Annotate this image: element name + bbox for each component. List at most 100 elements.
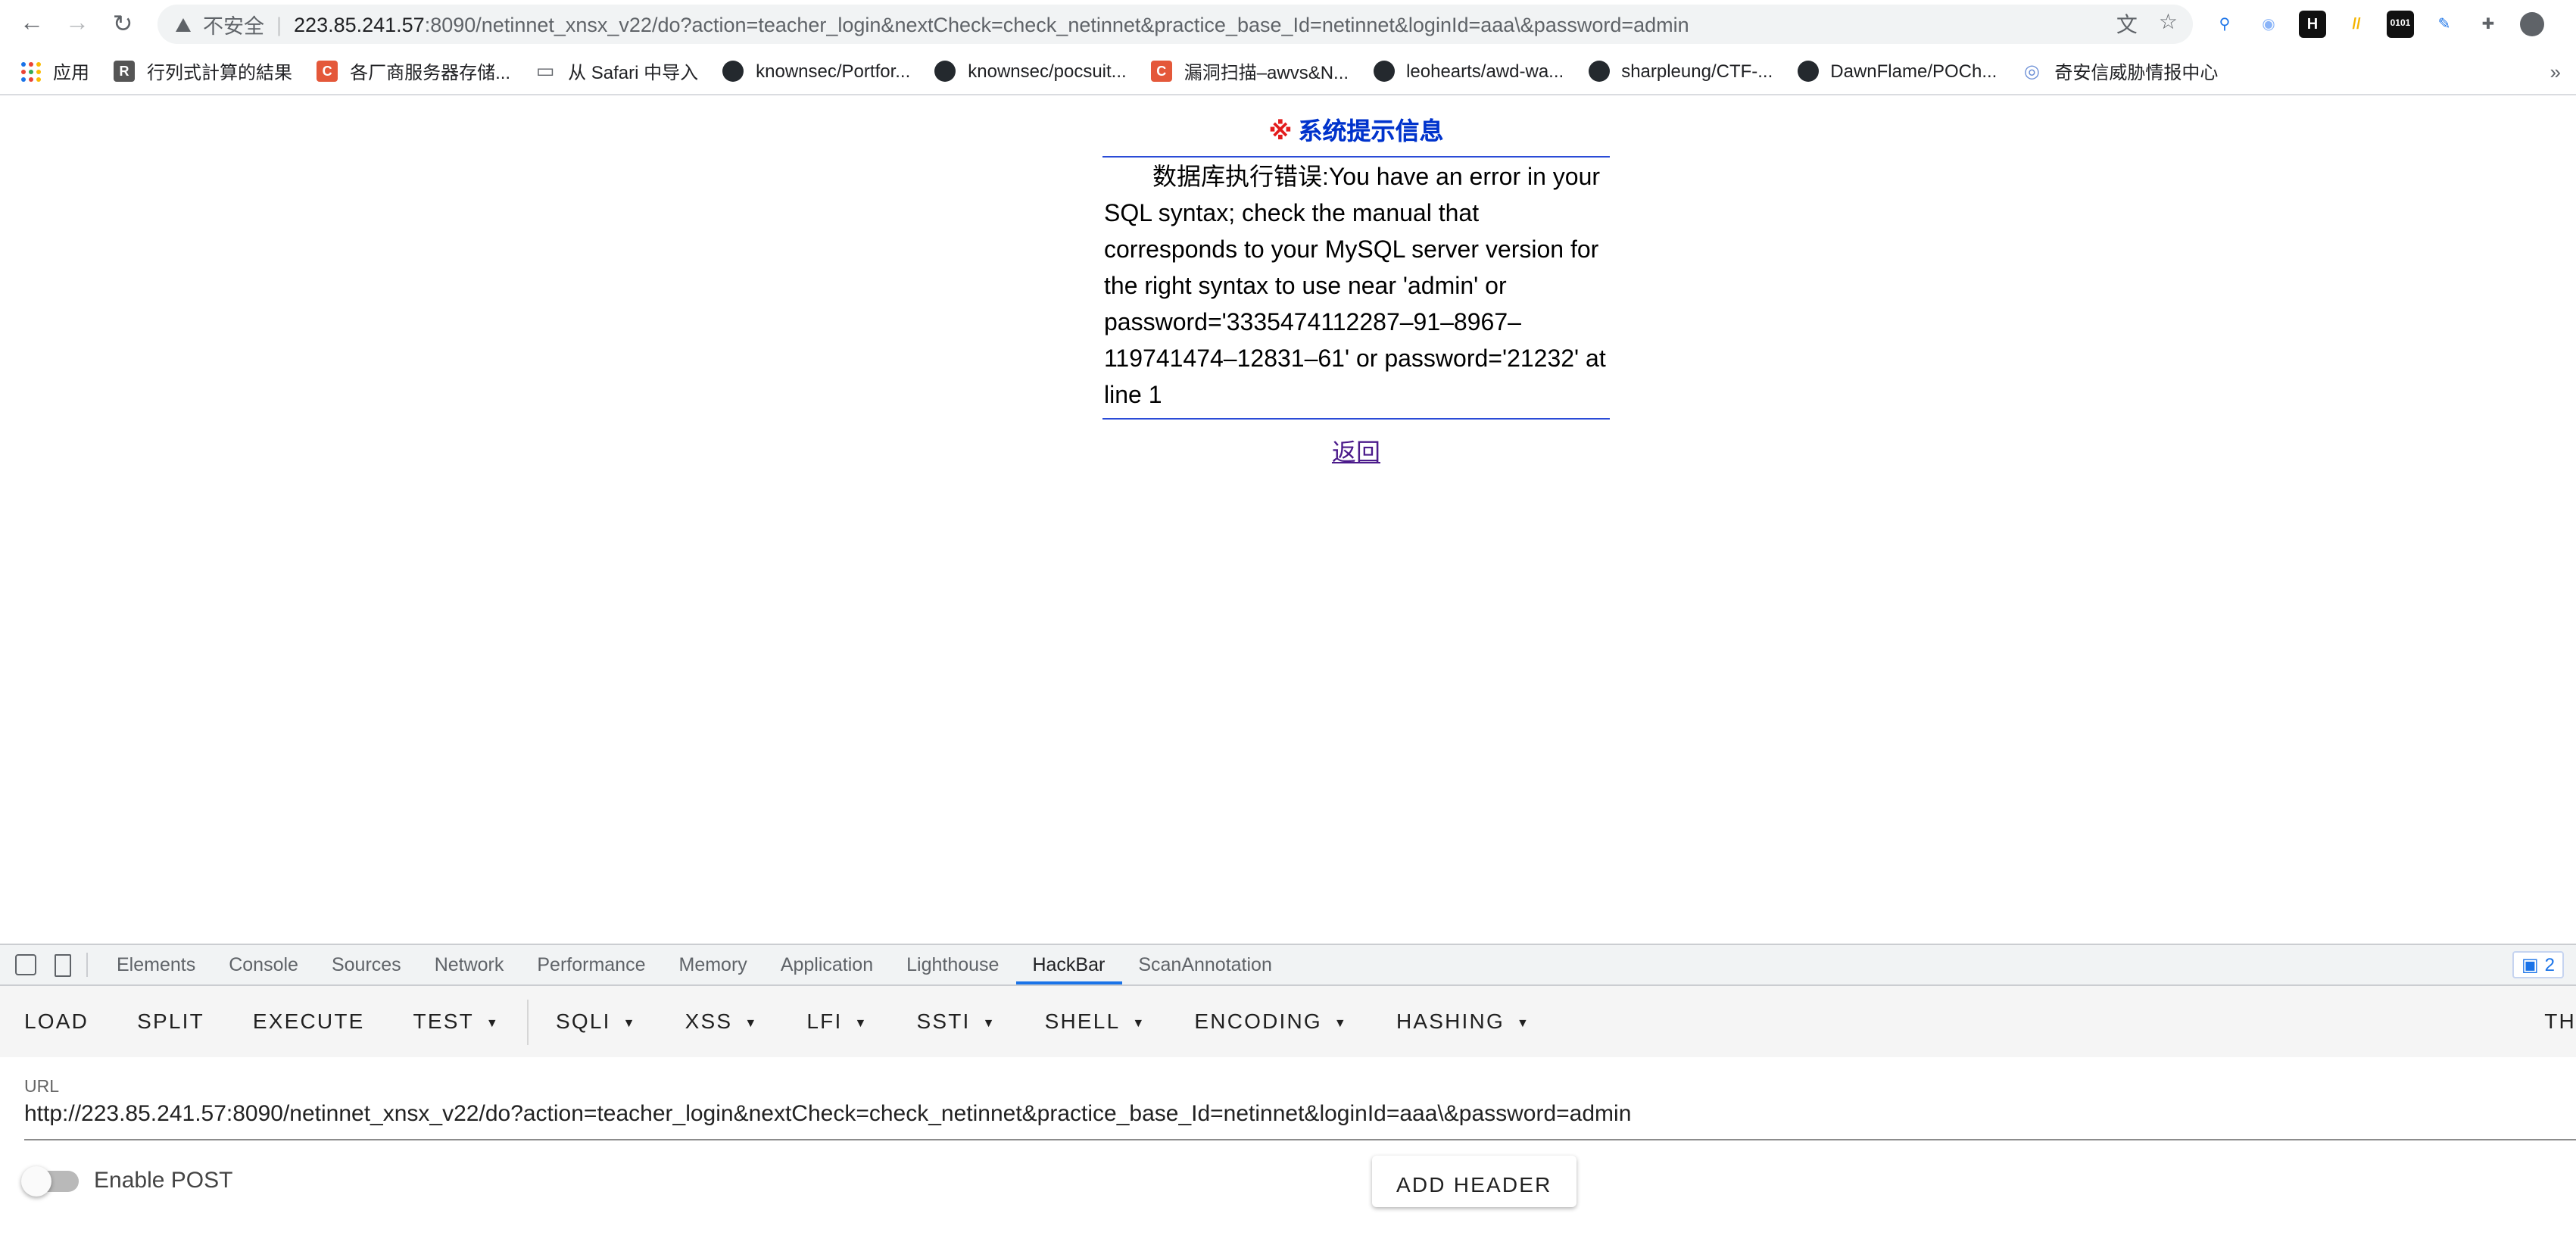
caret-down-icon: ▼ [982,1016,996,1030]
hackbar-button-label: LFI [806,1009,843,1033]
address-bar[interactable]: 不安全 | 223.85.241.57 :8090/netinnet_xnsx_… [157,5,2193,44]
devtools-divider [86,953,88,977]
devtools-tab-list: Elements Console Sources Network Performance… [100,945,1289,984]
devtools-tab-memory[interactable]: Memory [663,945,764,984]
hackbar-test-button[interactable]: TEST ▼ [389,986,524,1057]
back-arrow-icon[interactable]: ← [9,0,55,48]
devtools-tab-performance[interactable]: Performance [520,945,662,984]
bookmark-star-icon[interactable]: ☆ [2159,9,2178,39]
devtools-tab-network[interactable]: Network [418,945,521,984]
h-ext-icon[interactable]: H [2299,11,2326,38]
devtools-tab-sources[interactable]: Sources [315,945,418,984]
hackbar-sqli-button[interactable]: SQLI ▼ [532,986,661,1057]
translate-icon[interactable]: 文 [2116,9,2138,39]
hackbar-split-button[interactable]: SPLIT [113,986,229,1057]
bookmark-apps-label: 应用 [53,61,90,83]
message-title: ※ 系统提示信息 [1102,111,1610,158]
devtools-tab-scanannotation[interactable]: ScanAnnotation [1121,945,1289,984]
bookmark-label: knownsec/pocsuit... [968,61,1127,82]
hackbar-url-field[interactable]: URL http://223.85.241.57:8090/netinnet_x… [0,1057,2576,1140]
hackbar-button-label: SSTI [916,1009,971,1033]
slash-ext-icon[interactable]: // [2343,11,2370,38]
devtools-tab-hackbar[interactable]: HackBar [1015,945,1122,984]
binary-ext-icon[interactable]: 0101 [2387,11,2414,38]
address-divider: | [276,13,282,36]
hackbar-ssti-button[interactable]: SSTI ▼ [893,986,1021,1057]
add-header-button[interactable]: ADD HEADER [1372,1156,1576,1207]
caret-down-icon: ▼ [744,1016,759,1030]
bookmark-item[interactable]: leohearts/awd-wa... [1373,61,1564,82]
hackbar-execute-button[interactable]: EXECUTE [229,986,389,1057]
caret-down-icon: ▼ [485,1016,500,1030]
issues-badge[interactable]: ▣ 2 [2512,951,2564,978]
device-toolbar-icon[interactable] [55,953,71,976]
bookmark-item[interactable]: knownsec/Portfor... [722,61,910,82]
bookmark-label: 从 Safari 中导入 [568,61,699,83]
github-icon [722,61,744,82]
bookmark-item[interactable]: C 漏洞扫描–awvs&N... [1150,58,1349,84]
hackbar-shell-button[interactable]: SHELL ▼ [1021,986,1171,1057]
inspect-element-icon[interactable] [15,954,36,975]
hackbar-xss-button[interactable]: XSS ▼ [661,986,783,1057]
caret-down-icon: ▼ [1516,1016,1531,1030]
devtools-tab-elements[interactable]: Elements [100,945,212,984]
url-field-value[interactable]: http://223.85.241.57:8090/netinnet_xnsx_… [24,1101,2576,1140]
hackbar-button-label: XSS [685,1009,733,1033]
csdn-icon: C [1150,61,1172,82]
puzzle-icon[interactable]: ✚ [2475,11,2502,38]
forward-arrow-icon[interactable]: → [55,0,100,48]
message-title-text: 系统提示信息 [1298,120,1444,145]
hackbar-overflow-button[interactable]: TH [2520,986,2576,1057]
github-icon [1373,61,1395,82]
devtools-tab-lighthouse[interactable]: Lighthouse [890,945,1015,984]
bookmark-item[interactable]: DawnFlame/POCh... [1797,61,1997,82]
hackbar-button-label: SQLI [555,1009,611,1033]
hackbar-button-label: TEST [413,1009,474,1033]
caret-down-icon: ▼ [622,1016,637,1030]
csdn-icon: C [317,61,338,82]
devtools-tab-console[interactable]: Console [212,945,315,984]
folder-icon: ▭ [535,59,555,82]
bookmark-item[interactable]: knownsec/pocsuit... [934,61,1127,82]
hackbar-load-button[interactable]: LOAD [0,986,113,1057]
bookmark-list: R 行列式計算的結果 C 各厂商服务器存储... ▭ 从 Safari 中导入 knowns… [114,58,2242,84]
browser-toolbar: ← → ↻ 不安全 | 223.85.241.57 :8090/netinnet… [0,0,2576,48]
hackbar-divider [526,999,529,1044]
profile-avatar-icon[interactable] [2520,12,2544,36]
bookmarks-overflow-icon[interactable]: » [2550,60,2561,83]
bookmark-item[interactable]: R 行列式計算的結果 [114,58,292,84]
bookmark-label: 漏洞扫描–awvs&N... [1184,61,1349,83]
hackbar-hashing-button[interactable]: HASHING ▼ [1372,986,1555,1057]
bookmark-item[interactable]: ◎ 奇安信威胁情报中心 [2021,58,2219,84]
reload-icon[interactable]: ↻ [100,0,145,48]
bookmark-label: knownsec/Portfor... [756,61,911,82]
devtools-panel: Elements Console Sources Network Performance… [0,944,2576,1248]
error-message: 数据库执行错误:You have an error in your SQL sy… [1102,158,1610,420]
caret-down-icon: ▼ [1333,1016,1348,1030]
enable-post-toggle[interactable] [21,1166,79,1197]
hackbar-toolbar: LOAD SPLIT EXECUTE TEST ▼ SQLI ▼ XSS ▼ LFI ▼ SSTI ▼ S… [0,986,2576,1057]
circle-ext-icon[interactable]: ◉ [2255,11,2282,38]
bookmark-label: sharpleung/CTF-... [1621,61,1773,82]
hackbar-encoding-button[interactable]: ENCODING ▼ [1170,986,1372,1057]
hackbar-button-label: ENCODING [1194,1009,1322,1033]
bookmark-item[interactable]: sharpleung/CTF-... [1588,61,1773,82]
caret-down-icon: ▼ [854,1016,869,1030]
bookmark-item[interactable]: ▭ 从 Safari 中导入 [535,58,698,84]
hackbar-button-label: LOAD [24,1009,89,1033]
bookmark-apps[interactable]: 应用 [21,58,89,84]
reference-mark-icon: ※ [1268,120,1293,145]
message-icon: ▣ [2521,954,2539,975]
toggle-knob [21,1166,51,1197]
hackbar-lfi-button[interactable]: LFI ▼ [782,986,892,1057]
url-host: 223.85.241.57 [294,13,425,36]
page-content: ※ 系统提示信息 数据库执行错误:You have an error in you… [0,95,2576,945]
bookmark-label: 奇安信威胁情报中心 [2054,61,2219,83]
pin-icon[interactable]: ⚲ [2211,11,2238,38]
devtools-tab-application[interactable]: Application [764,945,890,984]
bookmark-label: 各厂商服务器存储... [350,61,511,83]
back-link[interactable]: 返回 [1102,432,1610,468]
pen-ext-icon[interactable]: ✎ [2431,11,2458,38]
caret-down-icon: ▼ [1132,1016,1146,1030]
bookmark-item[interactable]: C 各厂商服务器存储... [317,58,510,84]
